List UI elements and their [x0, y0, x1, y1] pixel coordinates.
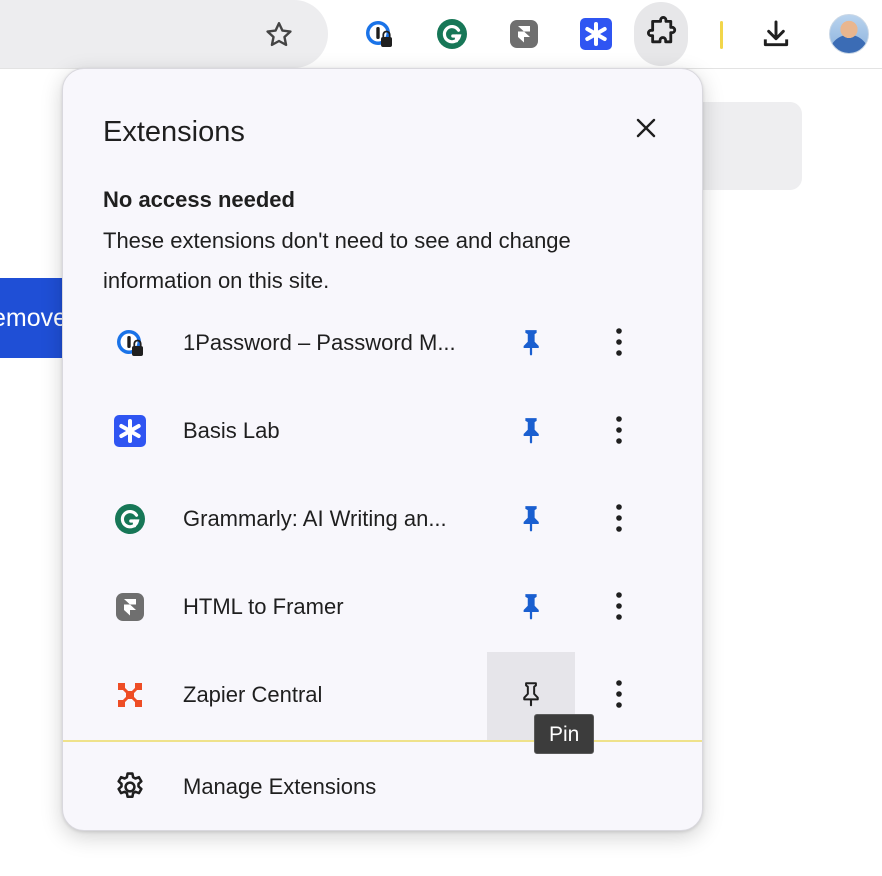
browser-toolbar: [0, 0, 882, 68]
pinned-icon: [516, 503, 546, 538]
extension-row-basis-lab[interactable]: Basis Lab: [63, 388, 702, 476]
extension-name[interactable]: Grammarly: AI Writing an...: [183, 506, 447, 532]
extension-name[interactable]: HTML to Framer: [183, 594, 344, 620]
more-vert-icon: [615, 415, 623, 450]
more-options-button[interactable]: [597, 410, 641, 454]
manage-extensions-item[interactable]: Manage Extensions: [63, 742, 702, 830]
extension-row-zapier-central[interactable]: Zapier Central: [63, 652, 702, 740]
extensions-title: Extensions: [103, 116, 245, 148]
manage-extensions-label: Manage Extensions: [183, 774, 377, 799]
extension-name[interactable]: 1Password – Password M...: [183, 330, 456, 356]
close-button[interactable]: [629, 113, 663, 147]
basis-lab-toolbar-icon[interactable]: [578, 16, 614, 52]
more-vert-icon: [615, 591, 623, 626]
toolbar-separator: [720, 21, 723, 49]
pin-outline-icon: [517, 679, 545, 714]
pin-tooltip: Pin: [534, 714, 595, 754]
browser-window: emove Extensions No access needed These …: [0, 0, 882, 876]
pinned-icon: [516, 415, 546, 450]
background-card: [690, 102, 802, 190]
close-icon: [634, 116, 658, 145]
more-vert-icon: [615, 679, 623, 714]
section-description: These extensions don't need to see and c…: [103, 228, 571, 293]
extension-name[interactable]: Basis Lab: [183, 418, 280, 444]
1password-toolbar-icon[interactable]: [361, 16, 397, 52]
unpin-button[interactable]: [487, 564, 575, 652]
profile-avatar[interactable]: [829, 14, 869, 54]
grammarly-icon: [113, 502, 147, 536]
bookmark-star-icon[interactable]: [262, 18, 296, 52]
more-options-button[interactable]: [597, 498, 641, 542]
more-vert-icon: [615, 503, 623, 538]
grammarly-toolbar-icon[interactable]: [434, 16, 470, 52]
background-button-label: emove: [0, 304, 68, 332]
extension-name[interactable]: Zapier Central: [183, 682, 322, 708]
extension-row-1password[interactable]: 1Password – Password M...: [63, 300, 702, 388]
1password-icon: [113, 326, 147, 360]
puzzle-icon: [644, 15, 678, 54]
zapier-icon: [113, 678, 147, 712]
unpin-button[interactable]: [487, 388, 575, 476]
extensions-menu: Extensions No access needed These extens…: [62, 68, 703, 831]
more-options-button[interactable]: [597, 674, 641, 718]
html-to-framer-toolbar-icon[interactable]: [506, 16, 542, 52]
html-to-framer-icon: [113, 590, 147, 624]
pinned-icon: [516, 591, 546, 626]
extension-row-grammarly[interactable]: Grammarly: AI Writing an...: [63, 476, 702, 564]
more-vert-icon: [615, 327, 623, 362]
pinned-icon: [516, 327, 546, 362]
unpin-button[interactable]: [487, 300, 575, 388]
unpin-button[interactable]: [487, 476, 575, 564]
extensions-puzzle-button[interactable]: [634, 2, 688, 66]
download-icon[interactable]: [758, 16, 794, 52]
more-options-button[interactable]: [597, 322, 641, 366]
basis-lab-icon: [113, 414, 147, 448]
extension-row-html-to-framer[interactable]: HTML to Framer: [63, 564, 702, 652]
section-heading: No access needed: [103, 187, 295, 212]
gear-icon: [113, 770, 147, 804]
background-remove-button[interactable]: emove: [0, 278, 68, 358]
more-options-button[interactable]: [597, 586, 641, 630]
